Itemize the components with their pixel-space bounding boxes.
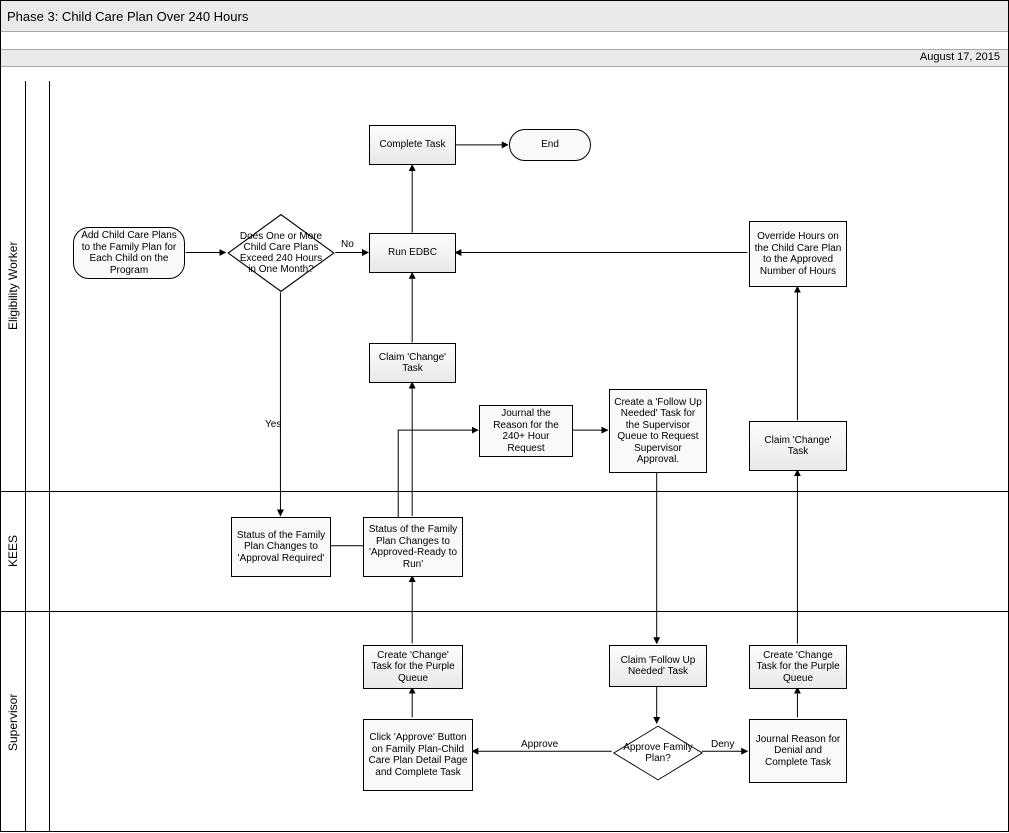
journal-reason-box: Journal the Reason for the 240+ Hour Req… bbox=[479, 405, 573, 457]
decision-approve: Approve Family Plan? bbox=[612, 725, 704, 781]
decision-exceed-240: Does One or More Child Care Plans Exceed… bbox=[226, 213, 336, 293]
click-approve-box: Click 'Approve' Button on Family Plan-Ch… bbox=[363, 719, 473, 791]
edge-label-deny: Deny bbox=[711, 739, 734, 750]
lane-label-kees: KEES bbox=[1, 491, 25, 611]
journal-denial-box: Journal Reason for Denial and Complete T… bbox=[749, 719, 847, 783]
lane-separator bbox=[1, 491, 1008, 492]
lanes-area: Eligibility Worker KEES Supervisor bbox=[1, 81, 1008, 831]
status-approval-required-box: Status of the Family Plan Changes to 'Ap… bbox=[231, 517, 331, 577]
edge-label-yes: Yes bbox=[265, 419, 281, 430]
create-change-purple-box: Create 'Change' Task for the Purple Queu… bbox=[363, 645, 463, 689]
edge-label-no: No bbox=[341, 239, 354, 250]
override-hours-box: Override Hours on the Child Care Plan to… bbox=[749, 221, 847, 287]
create-change-purple2-box: Create 'Change Task for the Purple Queue bbox=[749, 645, 847, 689]
create-followup-box: Create a 'Follow Up Needed' Task for the… bbox=[609, 389, 707, 473]
end-terminator: End bbox=[509, 129, 591, 161]
decision-label: Approve Family Plan? bbox=[621, 737, 695, 768]
decision-label: Does One or More Child Care Plans Exceed… bbox=[237, 231, 325, 276]
run-edbc-box: Run EDBC bbox=[369, 233, 456, 273]
lane-label-supervisor: Supervisor bbox=[1, 611, 25, 833]
start-terminator: Add Child Care Plans to the Family Plan … bbox=[73, 227, 185, 279]
date-bar: August 17, 2015 bbox=[1, 49, 1008, 67]
edge-label-approve: Approve bbox=[521, 739, 558, 750]
claim-change-box: Claim 'Change' Task bbox=[369, 343, 456, 383]
pool-margin bbox=[25, 81, 50, 831]
swimlane-diagram: Phase 3: Child Care Plan Over 240 Hours … bbox=[0, 0, 1009, 832]
claim-followup-box: Claim 'Follow Up Needed' Task bbox=[609, 645, 707, 687]
page-title-bar: Phase 3: Child Care Plan Over 240 Hours bbox=[1, 1, 1008, 32]
complete-task-box: Complete Task bbox=[369, 125, 456, 165]
status-approved-ready-box: Status of the Family Plan Changes to 'Ap… bbox=[363, 517, 463, 577]
page-title: Phase 3: Child Care Plan Over 240 Hours bbox=[7, 9, 248, 24]
lane-separator bbox=[1, 611, 1008, 612]
page-date: August 17, 2015 bbox=[920, 51, 1000, 63]
claim-change2-box: Claim 'Change' Task bbox=[749, 421, 847, 471]
lane-label-column: Eligibility Worker KEES Supervisor bbox=[1, 81, 26, 831]
lane-label-worker: Eligibility Worker bbox=[1, 81, 25, 491]
